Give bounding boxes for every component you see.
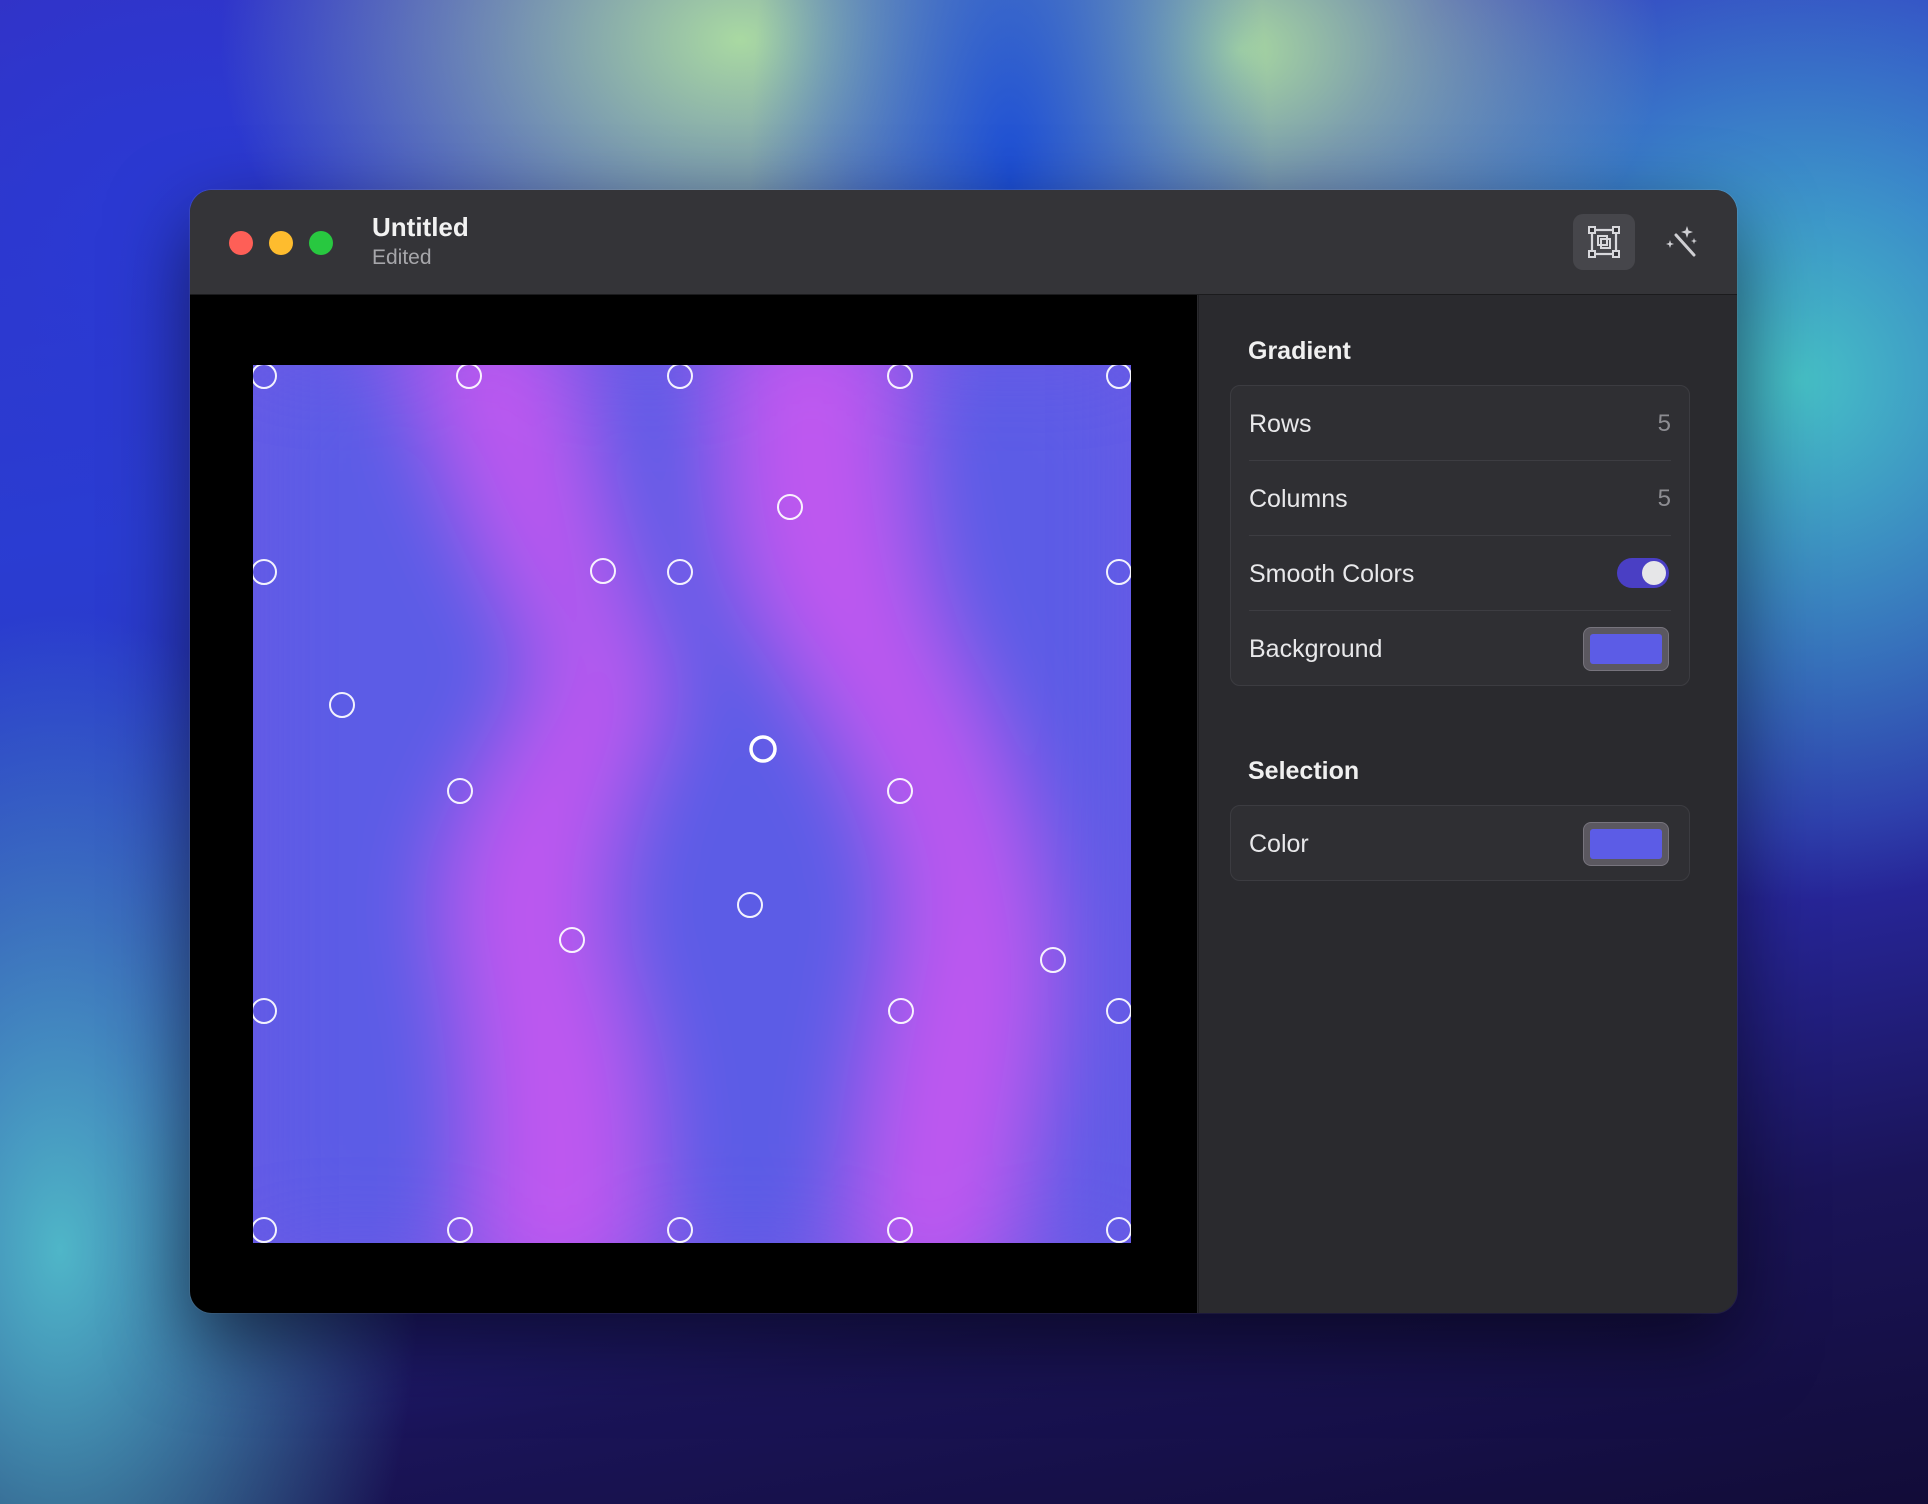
- background-color-swatch: [1590, 634, 1662, 664]
- rows-row: Rows 5: [1249, 386, 1671, 461]
- color-label: Color: [1249, 830, 1309, 858]
- background-color-well[interactable]: [1583, 627, 1669, 671]
- columns-value[interactable]: 5: [1658, 485, 1671, 513]
- close-button[interactable]: [229, 231, 253, 255]
- selection-section-title: Selection: [1248, 757, 1360, 785]
- minimize-button[interactable]: [269, 231, 293, 255]
- background-label: Background: [1249, 635, 1383, 663]
- title-bar: Untitled Edited: [190, 190, 1737, 295]
- mesh-gradient-canvas[interactable]: [253, 365, 1131, 1243]
- smooth-colors-row: Smooth Colors: [1249, 536, 1671, 611]
- magic-wand-button[interactable]: [1650, 214, 1712, 270]
- columns-label: Columns: [1249, 485, 1348, 513]
- smooth-colors-toggle[interactable]: [1617, 558, 1669, 588]
- frame-select-icon: [1588, 226, 1620, 258]
- background-row: Background: [1249, 611, 1671, 685]
- selection-color-swatch: [1590, 829, 1662, 859]
- magic-wand-icon: [1666, 226, 1697, 257]
- rows-value[interactable]: 5: [1658, 410, 1671, 438]
- columns-row: Columns 5: [1249, 461, 1671, 536]
- document-title: Untitled: [372, 212, 469, 242]
- canvas-area: [190, 295, 1197, 1313]
- zoom-button[interactable]: [309, 231, 333, 255]
- gradient-section-title: Gradient: [1248, 337, 1351, 365]
- document-status: Edited: [372, 246, 432, 269]
- selection-color-well[interactable]: [1583, 822, 1669, 866]
- color-row: Color: [1249, 806, 1671, 880]
- toggle-knob: [1642, 561, 1666, 585]
- rows-label: Rows: [1249, 410, 1312, 438]
- gradient-settings-group: Rows 5 Columns 5 Smooth Colors Backgroun…: [1230, 385, 1690, 686]
- app-window: Untitled Edited Gradient Rows 5 Columns …: [190, 190, 1737, 1313]
- selection-settings-group: Color: [1230, 805, 1690, 881]
- smooth-colors-label: Smooth Colors: [1249, 560, 1415, 588]
- frame-select-button[interactable]: [1573, 214, 1635, 270]
- inspector-sidebar: Gradient Rows 5 Columns 5 Smooth Colors …: [1198, 295, 1737, 1313]
